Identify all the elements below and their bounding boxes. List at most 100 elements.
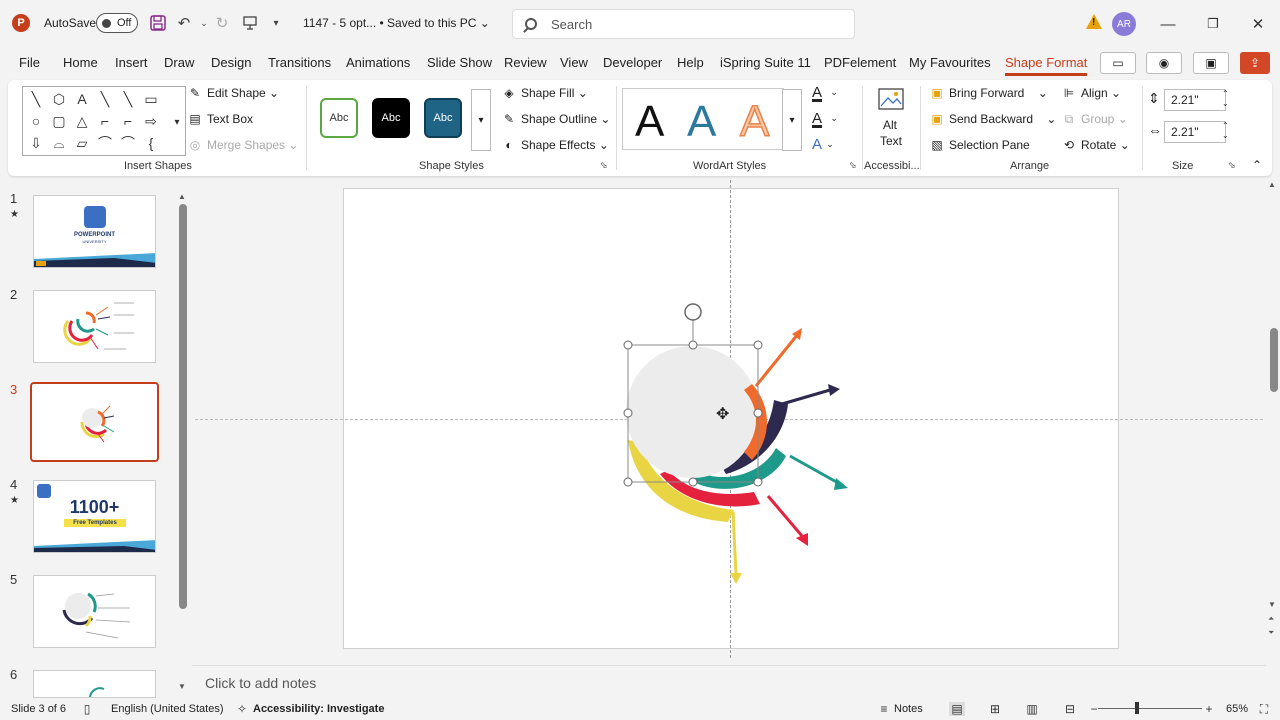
tab-draw[interactable]: Draw <box>164 55 194 70</box>
wordart-gallery[interactable]: A A A <box>622 88 784 150</box>
tab-view[interactable]: View <box>560 55 588 70</box>
collapse-ribbon-icon[interactable]: ⌃ <box>1252 158 1262 172</box>
slide-thumbnail-6[interactable] <box>33 670 156 698</box>
text-outline-button[interactable]: A ⌄ <box>812 110 838 127</box>
line2-shape-icon[interactable]: ╲ <box>96 90 114 108</box>
elbow-arrow-icon[interactable]: ⌐ <box>119 112 137 130</box>
selection-pane-button[interactable]: ▧ Selection Pane <box>930 138 1029 152</box>
shape-fill-button[interactable]: ◈ Shape Fill ⌄ <box>502 86 587 100</box>
zoom-slider[interactable] <box>1098 708 1202 709</box>
height-spinner-icon[interactable]: ⌃ ⌄ <box>1222 89 1229 109</box>
curve-shape-icon[interactable]: ⌓ <box>50 134 68 152</box>
zoom-level[interactable]: 65% <box>1226 703 1248 715</box>
previous-slide-icon[interactable]: ⏶ <box>1268 614 1274 624</box>
rectangle-shape-icon[interactable]: ▭ <box>142 90 160 108</box>
group-button[interactable]: ⧉ Group ⌄ <box>1062 112 1128 127</box>
height-input[interactable]: 2.21" <box>1164 89 1226 111</box>
bring-forward-button[interactable]: ▣ Bring Forward ⌄ <box>930 86 1047 100</box>
undo-dropdown-icon[interactable]: ⌄ <box>194 12 214 34</box>
accessibility-icon[interactable]: ✧ <box>234 702 250 716</box>
triangle-shape-icon[interactable]: △ <box>73 112 91 130</box>
style-swatch-black[interactable]: Abc <box>372 98 410 138</box>
align-button[interactable]: ⊫ Align ⌄ <box>1062 86 1121 100</box>
next-slide-icon[interactable]: ⏷ <box>1268 628 1274 638</box>
tab-ispring-suite[interactable]: iSpring Suite 11 <box>720 55 811 70</box>
restore-icon[interactable]: ❐ <box>1201 12 1225 36</box>
line3-shape-icon[interactable]: ╲ <box>119 90 137 108</box>
tab-insert[interactable]: Insert <box>115 55 148 70</box>
scroll-up-icon[interactable]: ▲ <box>178 192 186 201</box>
elbow-connector-icon[interactable]: ⌐ <box>96 112 114 130</box>
language-indicator[interactable]: English (United States) <box>111 703 224 715</box>
textbox-shape-icon[interactable]: A <box>73 90 91 108</box>
gallery-more-icon[interactable]: ▾ <box>168 113 186 131</box>
spelling-check-icon[interactable]: ▯ <box>79 702 95 716</box>
accessibility-status[interactable]: Accessibility: Investigate <box>253 703 384 715</box>
right-arrow-shape-icon[interactable]: ⇨ <box>142 112 160 130</box>
freeform-shape-icon[interactable]: ⬡ <box>50 90 68 108</box>
zoom-out-icon[interactable]: − <box>1086 702 1102 716</box>
autosave-toggle[interactable]: Off <box>96 13 138 33</box>
merge-shapes-button[interactable]: ◎ Merge Shapes ⌄ <box>188 138 299 152</box>
slide-indicator[interactable]: Slide 3 of 6 <box>11 703 66 715</box>
oval-shape-icon[interactable]: ○ <box>27 112 45 130</box>
curve2-shape-icon[interactable]: ⌒ <box>96 134 114 152</box>
width-input[interactable]: 2.21" <box>1164 121 1226 143</box>
reading-view-icon[interactable]: ▥ <box>1024 702 1040 716</box>
tab-review[interactable]: Review <box>504 55 547 70</box>
zoom-slider-thumb[interactable] <box>1135 702 1139 714</box>
rounded-rect-shape-icon[interactable]: ▢ <box>50 112 68 130</box>
avatar[interactable]: AR <box>1112 12 1136 36</box>
style-swatch-outline[interactable]: Abc <box>320 98 358 138</box>
close-icon[interactable]: ✕ <box>1246 12 1270 36</box>
tab-file[interactable]: File <box>19 55 40 70</box>
arc-shape-icon[interactable]: ⌒ <box>119 134 137 152</box>
rotate-button[interactable]: ⟲ Rotate ⌄ <box>1062 138 1130 152</box>
shapes-gallery[interactable]: ╲ ⬡ A ╲ ╲ ▭ ○ ▢ △ ⌐ ⌐ ⇨ ⇩ ⌓ ▱ ⌒ ⌒ { ▾ <box>22 86 186 156</box>
style-swatch-blue[interactable]: Abc <box>424 98 462 138</box>
size-launcher-icon[interactable]: ⬂ <box>1228 160 1236 171</box>
alt-text-button[interactable]: Alt Text <box>870 86 910 150</box>
shape-styles-launcher-icon[interactable]: ⬂ <box>600 160 608 171</box>
tab-pdfelement[interactable]: PDFelement <box>824 55 896 70</box>
wordart-orange[interactable]: A <box>739 96 770 147</box>
thumbnail-scrollbar[interactable]: ▲ ▼ <box>177 192 187 692</box>
comments-button[interactable]: ▭ <box>1100 52 1136 74</box>
text-effects-button[interactable]: A ⌄ <box>812 136 834 153</box>
action-shape-icon[interactable]: ▱ <box>73 134 91 152</box>
slide-show-icon[interactable]: ⊟ <box>1062 702 1078 716</box>
scrollbar-thumb[interactable] <box>1270 328 1278 392</box>
wordart-launcher-icon[interactable]: ⬂ <box>849 160 857 171</box>
present-icon[interactable] <box>240 12 260 34</box>
notes-icon[interactable]: ≡ <box>876 702 892 716</box>
tab-animations[interactable]: Animations <box>346 55 410 70</box>
wordart-black[interactable]: A <box>635 97 664 147</box>
tab-help[interactable]: Help <box>677 55 704 70</box>
slide-thumbnail-3[interactable] <box>30 382 159 462</box>
minimize-icon[interactable]: — <box>1156 12 1180 36</box>
tab-my-favourites[interactable]: My Favourites <box>909 55 991 70</box>
tab-transitions[interactable]: Transitions <box>268 55 331 70</box>
slide-thumbnail-5[interactable] <box>33 575 156 648</box>
slide-thumbnail-2[interactable] <box>33 290 156 363</box>
notes-pane[interactable]: Click to add notes <box>192 665 1266 697</box>
shape-effects-button[interactable]: ◐ Shape Effects ⌄ <box>502 138 609 152</box>
customize-toolbar-icon[interactable]: ▾ <box>266 12 286 34</box>
down-arrow-shape-icon[interactable]: ⇩ <box>27 134 45 152</box>
undo-icon[interactable]: ↶ <box>174 12 194 34</box>
save-icon[interactable] <box>148 12 168 34</box>
zoom-in-icon[interactable]: + <box>1201 702 1217 716</box>
width-spinner-icon[interactable]: ⌃ ⌄ <box>1222 121 1229 141</box>
shape-outline-button[interactable]: ✎ Shape Outline ⌄ <box>502 112 610 126</box>
scrollbar-thumb[interactable] <box>179 204 187 609</box>
scroll-down-icon[interactable]: ▼ <box>178 682 186 691</box>
notes-button[interactable]: Notes <box>894 703 923 715</box>
line-shape-icon[interactable]: ╲ <box>27 90 45 108</box>
tab-home[interactable]: Home <box>63 55 98 70</box>
edit-shape-button[interactable]: ✎ Edit Shape ⌄ <box>188 86 279 100</box>
text-fill-button[interactable]: A ⌄ <box>812 84 838 101</box>
normal-view-icon[interactable]: ▤ <box>949 702 965 716</box>
teams-button[interactable]: ▣ <box>1193 52 1229 74</box>
brace-shape-icon[interactable]: { <box>142 134 160 152</box>
record-button[interactable]: ◉ <box>1146 52 1182 74</box>
